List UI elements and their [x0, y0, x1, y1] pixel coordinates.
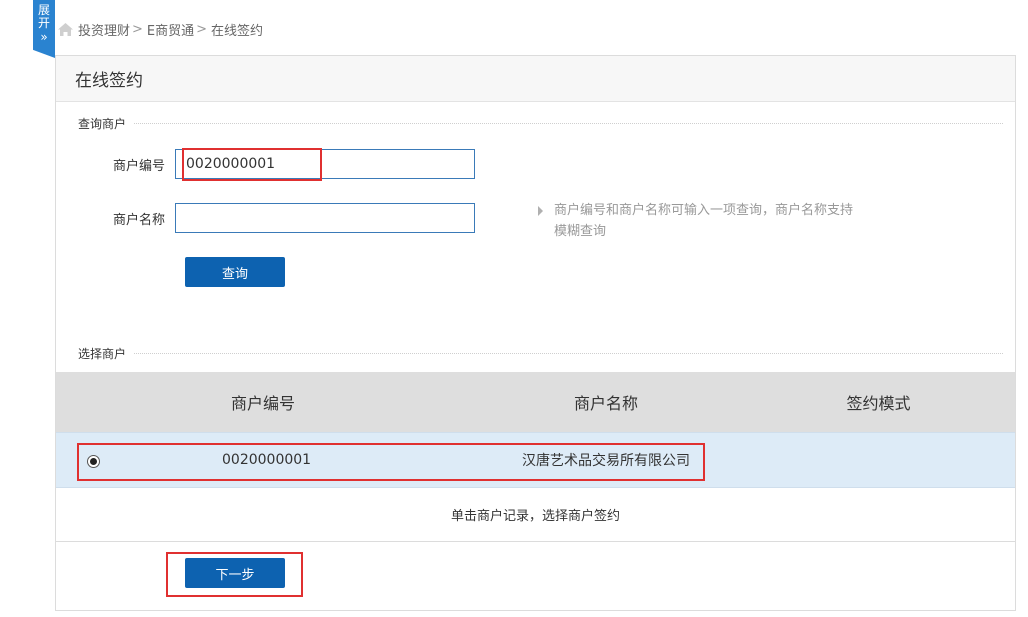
select-section-header: 选择商户 — [78, 345, 1003, 362]
breadcrumb-current: 在线签约 — [211, 23, 264, 39]
merchant-code-row: 商户编号 — [56, 149, 475, 179]
query-section-header: 查询商户 — [78, 115, 1003, 132]
breadcrumb-item-ecommerce[interactable]: E商贸通 — [147, 20, 194, 39]
panel-header: 在线签约 — [56, 56, 1015, 102]
page-title: 在线签约 — [75, 71, 143, 91]
query-button[interactable]: 查询 — [185, 257, 285, 287]
expand-sidebar-toggle[interactable]: 展开 » — [33, 0, 55, 58]
table-footer-note: 单击商户记录，选择商户签约 — [56, 488, 1015, 542]
select-section-title: 选择商户 — [78, 347, 127, 361]
row-select-radio[interactable] — [87, 455, 100, 468]
column-header-sign-mode: 签约模式 — [846, 394, 911, 413]
query-hint-text: 商户编号和商户名称可输入一项查询，商户名称支持模糊查询 — [554, 203, 854, 239]
breadcrumb-item-investment[interactable]: 投资理财 — [78, 20, 130, 39]
section-divider — [134, 123, 1003, 124]
merchant-name-input[interactable] — [175, 203, 475, 233]
query-section-title: 查询商户 — [78, 117, 127, 131]
query-hint: 商户编号和商户名称可输入一项查询，商户名称支持模糊查询 — [538, 200, 858, 242]
double-chevron-right-icon: » — [40, 30, 48, 44]
main-panel: 在线签约 查询商户 商户编号 商户名称 商户编号和商户名称可输入一项查询，商户名… — [55, 55, 1016, 611]
home-icon[interactable] — [57, 21, 74, 38]
row-merchant-code: 0020000001 — [222, 452, 312, 468]
merchant-code-input[interactable] — [175, 149, 475, 179]
merchant-name-row: 商户名称 — [56, 203, 475, 233]
table-header: 商户编号 商户名称 签约模式 — [56, 372, 1015, 432]
breadcrumb-separator: > — [132, 21, 143, 37]
next-step-button[interactable]: 下一步 — [185, 558, 285, 588]
column-header-merchant-name: 商户名称 — [573, 394, 638, 413]
column-header-merchant-code: 商户编号 — [230, 394, 295, 413]
table-row[interactable]: 0020000001 汉唐艺术品交易所有限公司 — [56, 432, 1015, 488]
breadcrumb-separator: > — [196, 21, 208, 37]
radio-selected-dot — [90, 458, 97, 465]
triangle-right-icon — [538, 206, 543, 216]
merchant-table: 商户编号 商户名称 签约模式 0020000001 汉唐艺术品交易所有限公司 单… — [56, 372, 1015, 542]
breadcrumb: 投资理财 > E商贸通 > 在线签约 — [57, 19, 263, 39]
merchant-code-label: 商户编号 — [112, 158, 165, 174]
section-divider — [134, 353, 1003, 354]
expand-label: 展开 — [38, 3, 51, 30]
row-merchant-name: 汉唐艺术品交易所有限公司 — [522, 453, 690, 469]
merchant-name-label: 商户名称 — [112, 212, 165, 228]
